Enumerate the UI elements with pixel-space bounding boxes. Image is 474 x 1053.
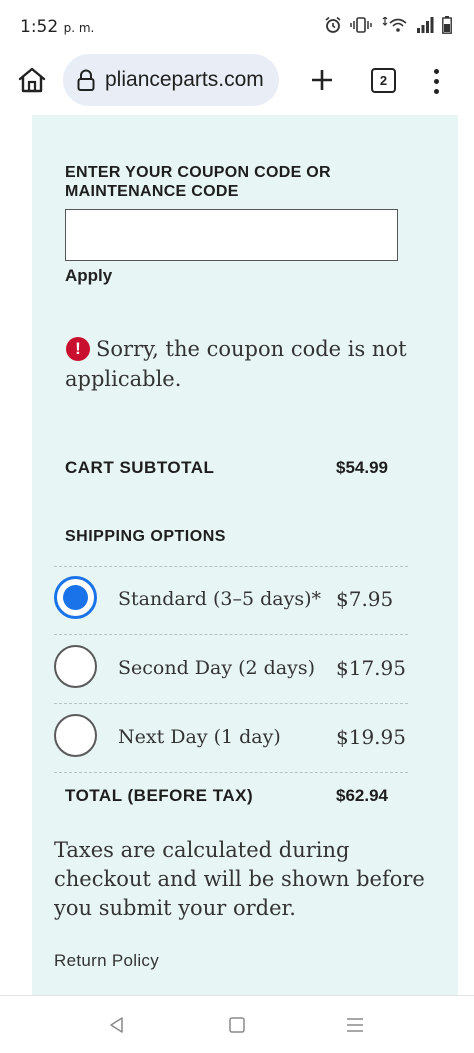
status-time: 1:52 p. m. — [20, 17, 94, 37]
alarm-icon — [325, 16, 341, 33]
home-nav-button[interactable] — [225, 1013, 249, 1037]
more-vert-dot — [433, 78, 439, 84]
url-text: plianceparts.com — [105, 68, 264, 91]
browser-toolbar: plianceparts.com 2 — [0, 52, 474, 108]
more-options-button[interactable] — [424, 64, 448, 98]
return-policy-link[interactable]: Return Policy — [54, 951, 159, 971]
shipping-radio-next-day[interactable] — [54, 714, 97, 757]
shipping-option-price: $17.95 — [336, 656, 406, 680]
shipping-option-label[interactable]: Standard (3–5 days)* — [118, 588, 321, 610]
back-icon — [110, 1017, 123, 1033]
status-time-ampm: p. m. — [63, 21, 95, 35]
home-icon — [18, 67, 46, 93]
shipping-option-label[interactable]: Second Day (2 days) — [118, 657, 315, 679]
plus-icon — [312, 70, 332, 90]
total-before-tax-label: TOTAL (BEFORE TAX) — [65, 786, 254, 805]
shipping-radio-second-day[interactable] — [54, 645, 97, 688]
vibrate-icon — [350, 17, 372, 33]
battery-icon — [442, 16, 452, 34]
recents-button[interactable] — [343, 1013, 367, 1037]
shipping-options-heading: SHIPPING OPTIONS — [65, 528, 226, 545]
status-time-value: 1:52 — [20, 17, 59, 37]
shipping-option-price: $19.95 — [336, 725, 406, 749]
tab-count: 2 — [379, 73, 388, 88]
coupon-code-input[interactable] — [65, 209, 398, 261]
more-vert-dot — [433, 88, 439, 94]
more-vert-icon — [433, 68, 439, 74]
cart-subtotal-label: CART SUBTOTAL — [65, 458, 215, 477]
shipping-radio-standard[interactable] — [54, 576, 97, 619]
tax-note: Taxes are calculated during checkout and… — [54, 838, 425, 920]
divider — [54, 634, 408, 635]
shipping-option-label[interactable]: Next Day (1 day) — [118, 726, 281, 748]
lock-icon — [77, 69, 95, 91]
address-bar[interactable]: plianceparts.com — [63, 54, 279, 106]
tab-switcher-button[interactable]: 2 — [371, 68, 396, 93]
divider — [54, 566, 408, 567]
new-tab-button[interactable] — [304, 62, 340, 98]
divider — [54, 703, 408, 704]
status-bar: 1:52 p. m. — [0, 0, 474, 50]
back-button[interactable] — [105, 1013, 129, 1037]
signal-icon — [417, 17, 434, 33]
square-icon — [229, 1017, 245, 1033]
apply-coupon-button[interactable]: Apply — [65, 266, 112, 286]
cart-subtotal-value: $54.99 — [336, 458, 388, 477]
shipping-option-price: $7.95 — [336, 587, 394, 611]
divider — [54, 772, 408, 773]
coupon-heading: ENTER YOUR COUPON CODE OR MAINTENANCE CO… — [65, 164, 331, 200]
wifi-icon — [382, 17, 407, 32]
total-before-tax-value: $62.94 — [336, 786, 388, 805]
system-nav-bar — [0, 995, 474, 1053]
recents-icon — [347, 1018, 363, 1032]
status-icons — [324, 16, 452, 34]
coupon-error-message: Sorry, the coupon code is not applicable… — [65, 337, 407, 391]
home-button[interactable] — [14, 63, 50, 97]
